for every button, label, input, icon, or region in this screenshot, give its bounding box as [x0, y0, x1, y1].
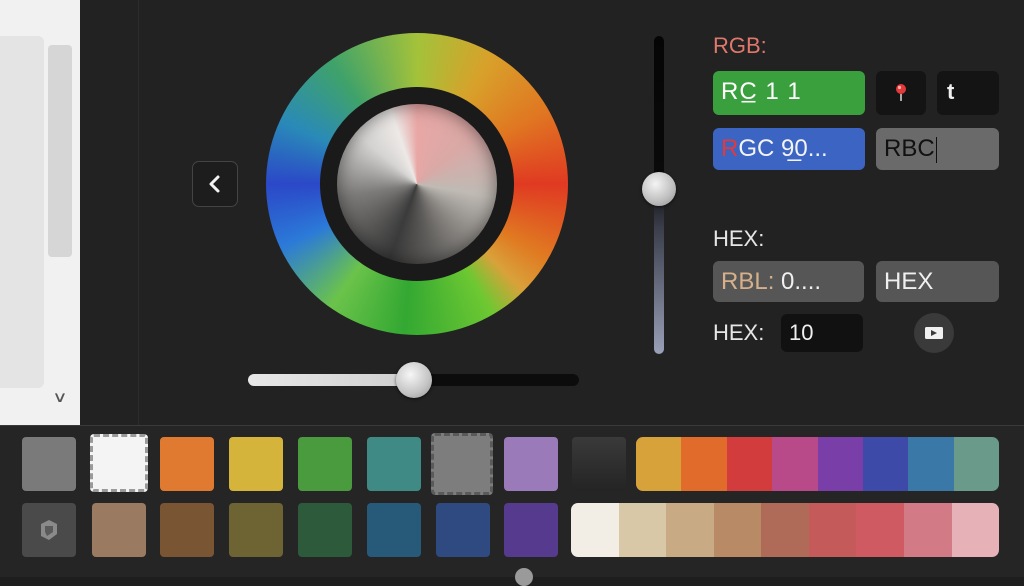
swatch[interactable]	[431, 433, 493, 495]
panel-divider	[138, 0, 139, 425]
rgb-field-blue-prefix: R	[721, 135, 739, 162]
rbl-field[interactable]: RBL: 0....	[713, 261, 864, 302]
strip-segment[interactable]	[953, 437, 999, 491]
swatch[interactable]	[22, 437, 76, 491]
left-sidebar-panel: ∨	[0, 0, 80, 425]
strip-segment[interactable]	[856, 503, 904, 557]
rgb-section-title: RGB:	[713, 33, 767, 58]
hex-value-input[interactable]: 10	[781, 314, 863, 352]
swatch[interactable]	[367, 503, 421, 557]
rgb-field-blue[interactable]: RGC 9̲0...	[713, 128, 865, 170]
screen-button[interactable]	[914, 313, 954, 353]
strip-segment[interactable]	[726, 437, 773, 491]
swatch[interactable]	[229, 503, 283, 557]
rbl-value: 0....	[774, 268, 822, 295]
rbc-input[interactable]: RBC	[876, 128, 999, 170]
strip-segment[interactable]	[666, 503, 714, 557]
back-button[interactable]	[192, 161, 238, 207]
swatch[interactable]	[298, 437, 352, 491]
text-cursor	[935, 136, 937, 163]
strip-segment[interactable]	[681, 437, 727, 491]
strip-segment[interactable]	[908, 437, 954, 491]
screen-icon	[925, 327, 943, 339]
strip-segment[interactable]	[817, 437, 863, 491]
strip-segment[interactable]	[761, 503, 809, 557]
text-tool-button[interactable]: t	[937, 71, 999, 115]
swatch[interactable]	[160, 437, 214, 491]
swatch[interactable]	[436, 503, 490, 557]
swatch[interactable]	[504, 503, 558, 557]
swatch[interactable]	[572, 437, 626, 491]
tone-gradient-strip[interactable]	[571, 503, 999, 557]
rgb-field-blue-value: GC 9̲0...	[738, 135, 828, 162]
swatch[interactable]	[367, 437, 421, 491]
swatch[interactable]	[92, 503, 146, 557]
hex-field[interactable]: HEX	[876, 261, 999, 302]
left-scrollbar[interactable]	[48, 45, 72, 257]
strip-segment[interactable]	[636, 437, 682, 491]
strip-segment[interactable]	[862, 437, 909, 491]
strip-segment[interactable]	[618, 503, 667, 557]
resize-handle[interactable]	[515, 568, 533, 586]
brightness-slider-thumb[interactable]	[642, 172, 676, 206]
rgb-field-green[interactable]: RC̲ 1 1	[713, 71, 865, 115]
chevron-left-icon	[209, 175, 220, 193]
left-list-area	[0, 36, 44, 388]
eyedropper-button[interactable]	[22, 503, 76, 557]
strip-segment[interactable]	[808, 503, 857, 557]
strip-segment[interactable]	[571, 503, 619, 557]
hex-section-title: HEX:	[713, 226, 765, 251]
strip-segment[interactable]	[713, 503, 762, 557]
strip-segment[interactable]	[951, 503, 999, 557]
swatch[interactable]	[504, 437, 558, 491]
chevron-down-icon[interactable]: ∨	[46, 388, 74, 408]
strip-segment[interactable]	[903, 503, 952, 557]
rbl-key: RBL:	[721, 268, 775, 295]
rbc-input-text: RBC	[884, 135, 935, 162]
pin-icon	[896, 84, 906, 101]
swatch[interactable]	[160, 503, 214, 557]
swatch-selected[interactable]	[90, 434, 148, 492]
strip-segment[interactable]	[772, 437, 818, 491]
swatch[interactable]	[298, 503, 352, 557]
opacity-slider-thumb[interactable]	[396, 362, 432, 398]
hue-gradient-strip[interactable]	[636, 437, 999, 491]
pin-button[interactable]	[876, 71, 926, 115]
hex-value-label: HEX:	[713, 320, 765, 345]
saturation-brightness-disc[interactable]	[337, 104, 497, 264]
eyedropper-icon	[41, 520, 57, 540]
swatch[interactable]	[229, 437, 283, 491]
